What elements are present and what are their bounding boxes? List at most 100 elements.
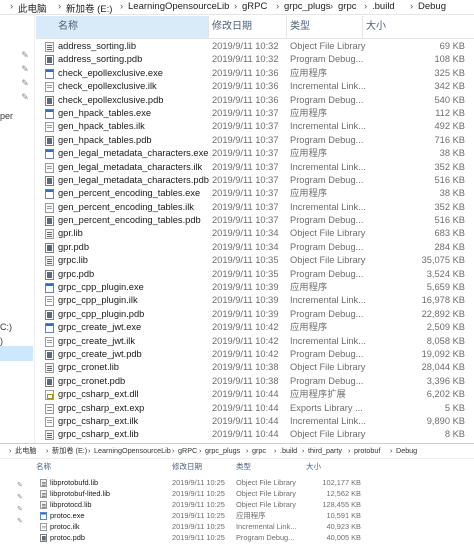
breadcrumb-item[interactable]: .build bbox=[280, 446, 297, 455]
breadcrumb-item[interactable]: grpc bbox=[252, 446, 266, 455]
breadcrumb[interactable]: › 此电脑 › 新加卷 (E:) › LearningOpensourceLib › gRPC… bbox=[0, 445, 474, 459]
breadcrumb-separator-icon[interactable]: › bbox=[276, 1, 279, 12]
breadcrumb-item[interactable]: LearningOpensourceLib bbox=[128, 1, 229, 12]
column-header-type[interactable]: 类型 bbox=[290, 16, 310, 38]
column-header-date[interactable]: 修改日期 bbox=[212, 16, 252, 38]
file-row[interactable]: grpc_csharp_ext.dll 2019/9/11 10:44 应用程序扩展… bbox=[36, 388, 474, 401]
file-row[interactable]: grpc_csharp_ext.lib 2019/9/11 10:44 Object… bbox=[36, 428, 474, 441]
breadcrumb-separator-icon[interactable]: › bbox=[348, 446, 350, 455]
breadcrumb-item[interactable]: LearningOpensourceLib bbox=[94, 446, 171, 455]
breadcrumb-item[interactable]: protobuf bbox=[354, 446, 380, 455]
pin-icon[interactable]: ✎ bbox=[17, 506, 25, 514]
file-row[interactable]: gen_hpack_tables.exe 2019/9/11 10:37 应用程序 1… bbox=[36, 107, 474, 120]
navigation-pane[interactable]: ✎ ✎ ✎ ✎ bbox=[0, 458, 30, 547]
file-row[interactable]: grpc_create_jwt.ilk 2019/9/11 10:42 Increm… bbox=[36, 335, 474, 348]
file-row[interactable]: grpc_cronet.pdb 2019/9/11 10:38 Program De… bbox=[36, 375, 474, 388]
column-header-name[interactable]: 名称 bbox=[36, 460, 51, 474]
breadcrumb-item[interactable]: grpc_plugs bbox=[205, 446, 240, 455]
breadcrumb-item[interactable]: 新加卷 (E:) bbox=[52, 446, 87, 456]
pin-icon[interactable]: ✎ bbox=[20, 78, 30, 88]
file-row[interactable]: gen_percent_encoding_tables.exe 2019/9/11… bbox=[36, 187, 474, 200]
file-row[interactable]: grpc_cpp_plugin.ilk 2019/9/11 10:39 Increm… bbox=[36, 294, 474, 307]
file-row[interactable]: gen_legal_metadata_characters.ilk 2019/9/… bbox=[36, 161, 474, 174]
breadcrumb-item[interactable]: Debug bbox=[396, 446, 417, 455]
column-header-name[interactable]: 名称 bbox=[36, 16, 208, 38]
breadcrumb-item[interactable]: Debug bbox=[418, 1, 446, 12]
file-row[interactable]: protoc.pdb 2019/9/11 10:25 Program Debug..… bbox=[32, 532, 474, 543]
column-header-size[interactable]: 大小 bbox=[306, 460, 321, 474]
breadcrumb-item[interactable]: grpc_plugs bbox=[284, 1, 330, 12]
breadcrumb-separator-icon[interactable]: › bbox=[246, 446, 248, 455]
nav-item-fragment[interactable]: per bbox=[0, 111, 13, 121]
file-row[interactable]: protoc.exe 2019/9/11 10:25 应用程序 10,591 KB bbox=[32, 510, 474, 521]
breadcrumb-item[interactable]: grpc bbox=[338, 1, 356, 12]
pin-icon[interactable]: ✎ bbox=[20, 64, 30, 74]
file-row[interactable]: gen_hpack_tables.ilk 2019/9/11 10:37 Incre… bbox=[36, 120, 474, 133]
file-row[interactable]: gpr.lib 2019/9/11 10:34 Object File Librar… bbox=[36, 227, 474, 240]
file-row[interactable]: gen_hpack_tables.pdb 2019/9/11 10:37 Progr… bbox=[36, 134, 474, 147]
pin-icon[interactable]: ✎ bbox=[17, 494, 25, 502]
file-row[interactable]: address_sorting.pdb 2019/9/11 10:32 Progra… bbox=[36, 53, 474, 66]
pin-icon[interactable]: ✎ bbox=[20, 92, 30, 102]
file-row[interactable]: grpc_cronet.lib 2019/9/11 10:38 Object Fil… bbox=[36, 361, 474, 374]
breadcrumb-item[interactable]: .build bbox=[372, 1, 395, 12]
file-row[interactable]: gen_legal_metadata_characters.exe 2019/9/… bbox=[36, 147, 474, 160]
breadcrumb-item[interactable]: 此电脑 bbox=[15, 446, 37, 456]
file-row[interactable]: gpr.pdb 2019/9/11 10:34 Program Debug... 28… bbox=[36, 241, 474, 254]
file-row[interactable]: grpc.lib 2019/9/11 10:35 Object File Libra… bbox=[36, 254, 474, 267]
file-row[interactable]: gen_percent_encoding_tables.ilk 2019/9/11… bbox=[36, 201, 474, 214]
nav-item-fragment[interactable]: ) bbox=[0, 336, 3, 346]
file-row[interactable]: check_epollexclusive.pdb 2019/9/11 10:36 P… bbox=[36, 94, 474, 107]
file-row[interactable]: gen_legal_metadata_characters.pdb 2019/9/… bbox=[36, 174, 474, 187]
file-row[interactable]: grpc_create_jwt.exe 2019/9/11 10:42 应用程序 2,… bbox=[36, 321, 474, 334]
breadcrumb-separator-icon[interactable]: › bbox=[10, 1, 13, 12]
file-row[interactable]: grpc_csharp_ext.exp 2019/9/11 10:44 Export… bbox=[36, 402, 474, 415]
breadcrumb-separator-icon[interactable]: › bbox=[9, 446, 11, 455]
breadcrumb-item[interactable]: gRPC bbox=[242, 1, 267, 12]
breadcrumb-separator-icon[interactable]: › bbox=[330, 1, 333, 12]
breadcrumb-item[interactable]: 新加卷 (E:) bbox=[66, 1, 112, 15]
nav-item-fragment[interactable]: C:) bbox=[0, 322, 12, 332]
breadcrumb-separator-icon[interactable]: › bbox=[58, 1, 61, 12]
column-header-type[interactable]: 类型 bbox=[236, 460, 251, 474]
breadcrumb-separator-icon[interactable]: › bbox=[88, 446, 90, 455]
breadcrumb-separator-icon[interactable]: › bbox=[172, 446, 174, 455]
breadcrumb-separator-icon[interactable]: › bbox=[120, 1, 123, 12]
column-header-date[interactable]: 修改日期 bbox=[172, 460, 202, 474]
breadcrumb[interactable]: › 此电脑 › 新加卷 (E:) › LearningOpensourceLib › gRPC… bbox=[0, 0, 474, 15]
breadcrumb-item[interactable]: third_party bbox=[308, 446, 342, 455]
file-row[interactable]: libprotocd.lib 2019/9/11 10:25 Object File… bbox=[32, 499, 474, 510]
breadcrumb-separator-icon[interactable]: › bbox=[199, 446, 201, 455]
breadcrumb-separator-icon[interactable]: › bbox=[364, 1, 367, 12]
breadcrumb-item[interactable]: 此电脑 bbox=[18, 1, 47, 15]
file-row[interactable]: address_sorting.lib 2019/9/11 10:32 Object… bbox=[36, 40, 474, 53]
pin-icon[interactable]: ✎ bbox=[17, 518, 25, 526]
navigation-pane[interactable]: ✎ ✎ ✎ ✎ per C:) ) bbox=[0, 0, 35, 443]
breadcrumb-separator-icon[interactable]: › bbox=[274, 446, 276, 455]
file-row[interactable]: grpc_csharp_ext.ilk 2019/9/11 10:44 Increm… bbox=[36, 415, 474, 428]
file-row[interactable]: check_epollexclusive.exe 2019/9/11 10:36 应… bbox=[36, 67, 474, 80]
file-row[interactable]: libprotobuf-lited.lib 2019/9/11 10:25 Obje… bbox=[32, 488, 474, 499]
nav-selected-item[interactable] bbox=[0, 346, 33, 361]
file-row[interactable]: check_epollexclusive.ilk 2019/9/11 10:36 I… bbox=[36, 80, 474, 93]
breadcrumb-separator-icon[interactable]: › bbox=[302, 446, 304, 455]
pin-icon[interactable]: ✎ bbox=[17, 482, 25, 490]
file-row[interactable]: grpc.pdb 2019/9/11 10:35 Program Debug... 3… bbox=[36, 268, 474, 281]
breadcrumb-separator-icon[interactable]: › bbox=[390, 446, 392, 455]
breadcrumb-separator-icon[interactable]: › bbox=[234, 1, 237, 12]
file-row[interactable]: grpc_cpp_plugin.exe 2019/9/11 10:39 应用程序 5,… bbox=[36, 281, 474, 294]
breadcrumb-separator-icon[interactable]: › bbox=[46, 446, 48, 455]
file-row[interactable]: protoc.ilk 2019/9/11 10:25 Incremental Lin… bbox=[32, 521, 474, 532]
file-row[interactable]: libprotobufd.lib 2019/9/11 10:25 Object Fi… bbox=[32, 477, 474, 488]
file-date: 2019/9/11 10:32 bbox=[212, 41, 279, 51]
ilk-file-icon bbox=[45, 336, 54, 347]
column-header-size[interactable]: 大小 bbox=[366, 16, 386, 38]
file-row[interactable]: grpc_cpp_plugin.pdb 2019/9/11 10:39 Progra… bbox=[36, 308, 474, 321]
file-row[interactable]: grpc_create_jwt.pdb 2019/9/11 10:42 Progra… bbox=[36, 348, 474, 361]
file-date: 2019/9/11 10:39 bbox=[212, 308, 279, 319]
file-row[interactable]: gen_percent_encoding_tables.pdb 2019/9/11… bbox=[36, 214, 474, 227]
breadcrumb-item[interactable]: gRPC bbox=[178, 446, 197, 455]
breadcrumb-separator-icon[interactable]: › bbox=[410, 1, 413, 12]
pin-icon[interactable]: ✎ bbox=[20, 50, 30, 60]
file-type: Program Debug... bbox=[290, 241, 364, 252]
